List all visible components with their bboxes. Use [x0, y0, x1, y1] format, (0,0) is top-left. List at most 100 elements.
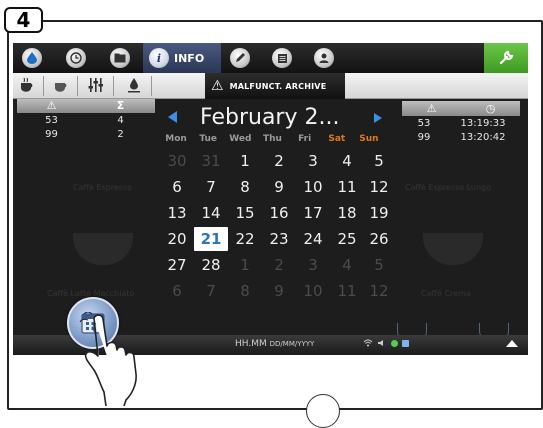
calendar-day[interactable]: 1 — [228, 149, 262, 173]
malfunction-count: 4 — [117, 115, 124, 126]
coffee-cup-icon — [55, 83, 67, 92]
calendar-week-row: 13 14 15 16 17 18 19 — [160, 201, 400, 225]
calendar-day-selected[interactable]: 21 — [194, 227, 228, 251]
calendar-day[interactable]: 9 — [262, 175, 296, 199]
calendar-day[interactable]: 5 — [364, 253, 394, 277]
calendar-day[interactable]: 5 — [364, 149, 394, 173]
calendar-day[interactable]: 8 — [228, 175, 262, 199]
calendar-week-row: 20 21 22 23 24 25 26 — [160, 227, 400, 251]
next-month-arrow-icon[interactable] — [374, 113, 382, 123]
weekday-label: Tue — [199, 134, 218, 144]
calendar-day[interactable]: 2 — [262, 149, 296, 173]
service-wrench-button[interactable] — [484, 43, 528, 73]
calendar-day[interactable]: 1 — [228, 253, 262, 277]
calendar-day[interactable]: 19 — [364, 201, 394, 225]
table-header: ⚠ Σ — [17, 99, 155, 113]
calendar-week-row: 6 7 8 9 10 11 12 — [160, 279, 400, 303]
clock-display[interactable]: HH.MM DD/MM/YYYY — [235, 339, 314, 349]
calendar-day[interactable]: 11 — [330, 279, 364, 303]
calendar-week-row: 27 28 1 2 3 4 5 — [160, 253, 400, 277]
water-level-icon — [128, 78, 140, 93]
weekday-header: Mon Tue Wed Thu Fri Sat Sun — [160, 134, 385, 144]
weekday-label: Fri — [298, 134, 312, 144]
calendar-day[interactable]: 6 — [160, 279, 194, 303]
calendar-day[interactable]: 24 — [296, 227, 330, 251]
calendar-day[interactable]: 28 — [194, 253, 228, 277]
tab-malfunction-archive[interactable]: ⚠ MALFUNCT. ARCHIVE — [205, 73, 345, 99]
subtab-cup-stats[interactable] — [51, 77, 73, 95]
table-row[interactable]: 53 4 — [17, 115, 155, 126]
clock-icon: ◷ — [485, 102, 496, 115]
tab-document[interactable] — [269, 46, 295, 70]
clock-icon — [66, 48, 86, 68]
calendar-day[interactable]: 3 — [296, 149, 330, 173]
tab-timers[interactable] — [63, 46, 89, 70]
calendar-day[interactable]: 4 — [330, 253, 364, 277]
document-icon — [272, 48, 292, 68]
time-format: HH.MM — [235, 339, 267, 349]
table-row[interactable]: 53 13:19:33 — [402, 118, 520, 129]
weekday-label: Sun — [359, 134, 379, 144]
bg-product-label: Caffè Espresso Lungo — [405, 183, 492, 192]
calendar-day[interactable]: 26 — [364, 227, 394, 251]
calendar-day[interactable]: 27 — [160, 253, 194, 277]
malfunction-time: 13:19:33 — [460, 118, 506, 129]
calendar-day[interactable]: 9 — [262, 279, 296, 303]
weekday-label: Mon — [165, 134, 187, 144]
calendar-day[interactable]: 6 — [160, 175, 194, 199]
tab-edit[interactable] — [227, 46, 253, 70]
calendar-day[interactable]: 10 — [296, 175, 330, 199]
calendar-day[interactable]: 2 — [262, 253, 296, 277]
calendar-day[interactable]: 16 — [262, 201, 296, 225]
weekday-label: Sat — [328, 134, 346, 144]
calendar-day[interactable]: 23 — [262, 227, 296, 251]
calendar-day[interactable]: 8 — [228, 279, 262, 303]
warning-icon: ⚠ — [46, 99, 57, 112]
calendar-day[interactable]: 25 — [330, 227, 364, 251]
malfunction-code: 53 — [45, 115, 58, 126]
status-icons — [363, 339, 409, 347]
speaker-icon — [378, 340, 383, 346]
subtab-adjustments[interactable] — [85, 77, 107, 95]
water-drop-icon — [22, 48, 42, 68]
calendar-day[interactable]: 17 — [296, 201, 330, 225]
month-header: February 2... — [160, 103, 400, 133]
usb-icon — [402, 339, 409, 347]
table-row[interactable]: 99 13:20:42 — [402, 132, 520, 143]
calendar-day[interactable]: 10 — [296, 279, 330, 303]
calendar-day[interactable]: 18 — [330, 201, 364, 225]
calendar-day[interactable]: 3 — [296, 253, 330, 277]
calendar-day[interactable]: 30 — [160, 149, 194, 173]
calendar-day[interactable]: 7 — [194, 175, 228, 199]
calendar-day[interactable]: 15 — [228, 201, 262, 225]
calendar-day[interactable]: 14 — [194, 201, 228, 225]
tab-folder[interactable] — [107, 46, 133, 70]
previous-month-arrow-icon[interactable] — [168, 111, 177, 123]
bg-cup-image — [73, 233, 133, 265]
calendar-day[interactable]: 4 — [330, 149, 364, 173]
subtab-water[interactable] — [123, 77, 145, 95]
calendar-day[interactable]: 12 — [364, 279, 394, 303]
tab-user[interactable] — [311, 46, 337, 70]
info-icon: i — [149, 48, 169, 68]
calendar-day[interactable]: 13 — [160, 201, 194, 225]
tab-beverages[interactable] — [19, 46, 45, 70]
wifi-icon — [363, 339, 373, 347]
tab-info[interactable]: i INFO — [143, 43, 221, 73]
subtab-cup-counter[interactable] — [17, 77, 39, 95]
bg-cup-image — [423, 233, 483, 265]
pencil-icon — [230, 48, 250, 68]
calendar-day[interactable]: 11 — [330, 175, 364, 199]
bg-product-label: Caffè Crema — [421, 289, 471, 298]
table-row[interactable]: 99 2 — [17, 129, 155, 140]
malfunction-code: 99 — [417, 132, 431, 143]
calendar-day[interactable]: 12 — [364, 175, 394, 199]
calendar-day[interactable]: 31 — [194, 149, 228, 173]
expand-up-arrow-icon[interactable] — [506, 340, 518, 347]
calendar-day[interactable]: 20 — [160, 227, 194, 251]
date-picker-calendar: February 2... Mon Tue Wed Thu Fri Sat Su… — [160, 103, 400, 335]
power-knob — [306, 394, 340, 428]
calendar-day[interactable]: 7 — [194, 279, 228, 303]
user-icon — [314, 48, 334, 68]
calendar-day[interactable]: 22 — [228, 227, 262, 251]
